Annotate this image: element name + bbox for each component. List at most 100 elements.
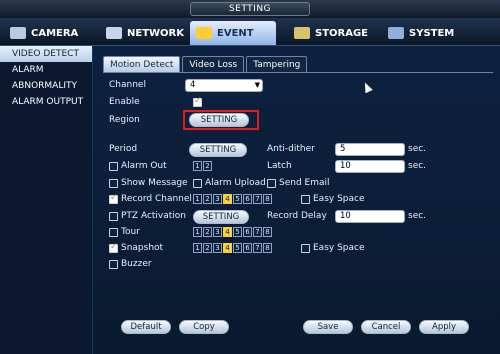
send-email-checkbox[interactable] bbox=[267, 179, 276, 188]
send-email-label: Send Email bbox=[279, 178, 330, 188]
snapshot-channel-2[interactable]: 2 bbox=[203, 243, 212, 253]
channel-value: 4 bbox=[190, 80, 196, 90]
period-setting-button[interactable]: SETTING bbox=[189, 143, 247, 157]
save-button[interactable]: Save bbox=[303, 320, 353, 334]
tab-video-loss[interactable]: Video Loss bbox=[182, 56, 245, 72]
copy-button[interactable]: Copy bbox=[179, 320, 229, 334]
buzzer-checkbox[interactable] bbox=[109, 260, 118, 269]
ptz-activation-label: PTZ Activation bbox=[121, 211, 187, 221]
network-icon bbox=[106, 27, 122, 39]
sidebar-item-alarm-output[interactable]: ALARM OUTPUT bbox=[0, 94, 92, 110]
record-channel-checkbox[interactable] bbox=[109, 193, 118, 204]
snapshot-checkbox[interactable] bbox=[109, 242, 118, 253]
nav-tab-label: NETWORK bbox=[127, 27, 185, 39]
event-icon bbox=[196, 27, 212, 39]
channel-select[interactable]: 4 ▼ bbox=[185, 79, 263, 92]
nav-tab-storage[interactable]: STORAGE bbox=[288, 21, 374, 45]
ptz-setting-button[interactable]: SETTING bbox=[193, 210, 249, 224]
tour-checkbox[interactable] bbox=[109, 228, 118, 237]
alarm-upload-checkbox[interactable] bbox=[193, 179, 202, 188]
alarm-out-1[interactable]: 1 bbox=[193, 161, 202, 171]
mouse-cursor-icon bbox=[361, 80, 373, 94]
sidebar-item-video-detect[interactable]: VIDEO DETECT bbox=[0, 46, 92, 62]
channel-6[interactable]: 6 bbox=[243, 194, 252, 204]
nav-tab-label: CAMERA bbox=[31, 27, 79, 39]
record-delay-unit: sec. bbox=[408, 211, 427, 221]
snapshot-easy-space-checkbox[interactable] bbox=[301, 244, 310, 253]
antidither-input[interactable]: 5 bbox=[335, 143, 405, 156]
nav-tab-label: STORAGE bbox=[315, 27, 369, 39]
cancel-button[interactable]: Cancel bbox=[361, 320, 411, 334]
tour-label: Tour bbox=[121, 227, 140, 237]
channel-2[interactable]: 2 bbox=[203, 194, 212, 204]
latch-input[interactable]: 10 bbox=[335, 160, 405, 173]
title-bar: SETTING bbox=[0, 0, 500, 18]
record-channel-label: Record Channel bbox=[121, 194, 192, 204]
sidebar-item-abnormality[interactable]: ABNORMALITY bbox=[0, 78, 92, 94]
snapshot-channel-8[interactable]: 8 bbox=[263, 243, 272, 253]
tab-tampering[interactable]: Tampering bbox=[246, 56, 308, 72]
apply-button[interactable]: Apply bbox=[419, 320, 469, 334]
alarm-out-2[interactable]: 2 bbox=[203, 161, 212, 171]
record-delay-input[interactable]: 10 bbox=[335, 210, 405, 223]
snapshot-channel-3[interactable]: 3 bbox=[213, 243, 222, 253]
latch-label: Latch bbox=[267, 161, 292, 171]
tour-channel-8[interactable]: 8 bbox=[263, 227, 272, 237]
tour-channel-1[interactable]: 1 bbox=[193, 227, 202, 237]
main-nav: CAMERA NETWORK EVENT STORAGE SYSTEM bbox=[0, 18, 500, 46]
antidither-label: Anti-dither bbox=[267, 144, 315, 154]
sidebar: VIDEO DETECT ALARM ABNORMALITY ALARM OUT… bbox=[0, 46, 92, 354]
period-label: Period bbox=[109, 144, 138, 154]
tab-motion-detect[interactable]: Motion Detect bbox=[103, 56, 181, 72]
sidebar-item-alarm[interactable]: ALARM bbox=[0, 62, 92, 78]
nav-tab-camera[interactable]: CAMERA bbox=[4, 21, 90, 45]
nav-tab-event[interactable]: EVENT bbox=[190, 21, 276, 45]
tour-channel-7[interactable]: 7 bbox=[253, 227, 262, 237]
camera-icon bbox=[10, 27, 26, 39]
channel-4[interactable]: 4 bbox=[223, 194, 232, 204]
alarm-out-selector: 1 2 bbox=[193, 161, 212, 171]
enable-checkbox[interactable] bbox=[193, 96, 202, 107]
nav-tab-system[interactable]: SYSTEM bbox=[382, 21, 468, 45]
nav-tab-label: EVENT bbox=[217, 27, 254, 39]
alarm-out-label: Alarm Out bbox=[121, 161, 167, 171]
snapshot-label: Snapshot bbox=[121, 243, 164, 253]
channel-7[interactable]: 7 bbox=[253, 194, 262, 204]
snapshot-channel-1[interactable]: 1 bbox=[193, 243, 202, 253]
buzzer-label: Buzzer bbox=[121, 259, 152, 269]
sub-tabs: Motion Detect Video Loss Tampering bbox=[103, 56, 309, 72]
system-icon bbox=[388, 27, 404, 39]
tour-channel-2[interactable]: 2 bbox=[203, 227, 212, 237]
region-label: Region bbox=[109, 115, 140, 125]
alarm-out-checkbox[interactable] bbox=[109, 162, 118, 171]
region-setting-button[interactable]: SETTING bbox=[189, 113, 249, 127]
chevron-down-icon: ▼ bbox=[254, 81, 260, 89]
channel-label: Channel bbox=[109, 80, 146, 90]
record-delay-label: Record Delay bbox=[267, 211, 327, 221]
tour-channel-3[interactable]: 3 bbox=[213, 227, 222, 237]
show-message-checkbox[interactable] bbox=[109, 179, 118, 188]
latch-unit: sec. bbox=[408, 161, 427, 171]
record-easy-space-checkbox[interactable] bbox=[301, 195, 310, 204]
tour-channel-4[interactable]: 4 bbox=[223, 227, 232, 237]
nav-tab-network[interactable]: NETWORK bbox=[100, 21, 186, 45]
channel-3[interactable]: 3 bbox=[213, 194, 222, 204]
nav-tab-label: SYSTEM bbox=[409, 27, 455, 39]
enable-label: Enable bbox=[109, 97, 140, 107]
channel-5[interactable]: 5 bbox=[233, 194, 242, 204]
channel-8[interactable]: 8 bbox=[263, 194, 272, 204]
default-button[interactable]: Default bbox=[121, 320, 171, 334]
antidither-unit: sec. bbox=[408, 144, 427, 154]
snapshot-channel-6[interactable]: 6 bbox=[243, 243, 252, 253]
tour-channel-5[interactable]: 5 bbox=[233, 227, 242, 237]
snapshot-channel-5[interactable]: 5 bbox=[233, 243, 242, 253]
snapshot-channel-7[interactable]: 7 bbox=[253, 243, 262, 253]
record-easy-space-label: Easy Space bbox=[313, 194, 365, 204]
content-panel: Motion Detect Video Loss Tampering Chann… bbox=[92, 46, 500, 354]
channel-1[interactable]: 1 bbox=[193, 194, 202, 204]
ptz-activation-checkbox[interactable] bbox=[109, 212, 118, 221]
record-channel-selector: 1 2 3 4 5 6 7 8 bbox=[193, 194, 272, 204]
alarm-upload-label: Alarm Upload bbox=[205, 178, 266, 188]
tour-channel-6[interactable]: 6 bbox=[243, 227, 252, 237]
snapshot-channel-4[interactable]: 4 bbox=[223, 243, 232, 253]
